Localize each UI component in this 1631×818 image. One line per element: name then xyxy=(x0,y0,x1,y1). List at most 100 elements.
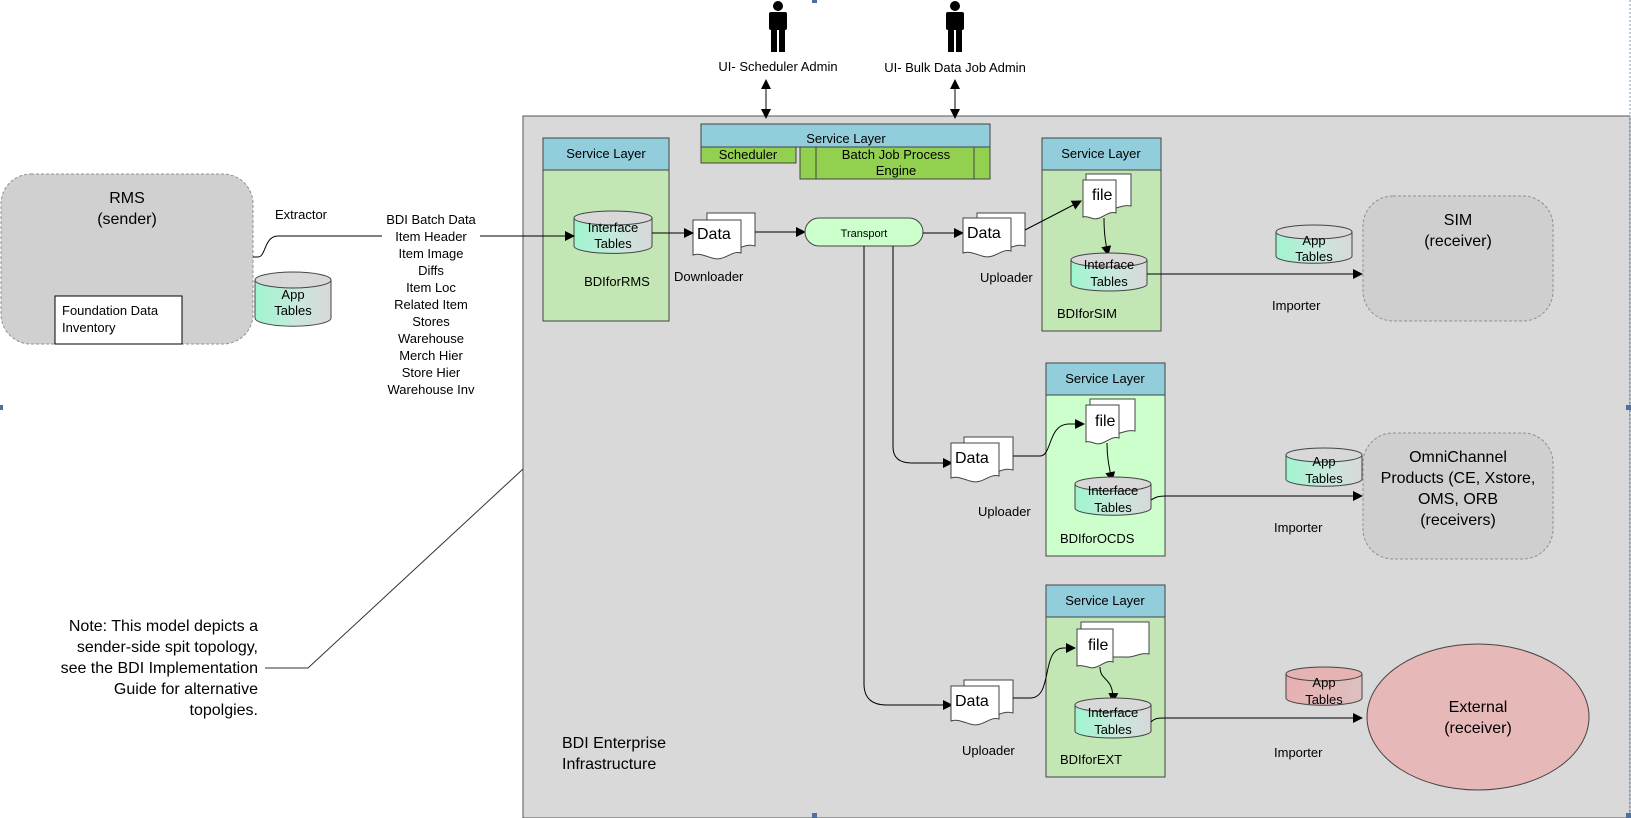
external-receiver: External (receiver) xyxy=(1366,643,1590,791)
ocds-interface-tables-cylinder: Interface Tables xyxy=(1074,476,1152,516)
sim-interface-tables-cylinder: Interface Tables xyxy=(1070,252,1148,292)
svg-text:App: App xyxy=(1312,675,1335,690)
svg-text:Tables: Tables xyxy=(1094,722,1132,737)
ext-uploader-label: Uploader xyxy=(962,743,1015,758)
enterprise-label-line2: Infrastructure xyxy=(562,756,656,773)
actor-bulk-data-job-admin: UI- Bulk Data Job Admin xyxy=(884,60,1026,75)
svg-text:Tables: Tables xyxy=(1295,249,1333,264)
svg-text:OmniChannel: OmniChannel xyxy=(1409,449,1507,466)
sim-importer-label: Importer xyxy=(1272,298,1321,313)
rms-sender: RMS (sender) Foundation Data Inventory xyxy=(0,173,254,345)
transport-label: Transport xyxy=(841,228,888,240)
selection-handle[interactable] xyxy=(1626,813,1631,818)
svg-text:Service Layer: Service Layer xyxy=(806,131,886,146)
sim-app-tables-cylinder: App Tables xyxy=(1275,224,1353,264)
svg-text:Data: Data xyxy=(955,693,989,710)
bdi-for-sim-box: Service Layer BDIforSIM xyxy=(1041,137,1162,332)
selection-handle[interactable] xyxy=(812,0,817,3)
batch-data-item: Item Header xyxy=(395,229,467,244)
bdi-for-ocds-box: Service Layer BDIforOCDS xyxy=(1045,362,1166,557)
ocds-uploader-label: Uploader xyxy=(978,504,1031,519)
batch-data-item: Merch Hier xyxy=(399,348,463,363)
ocds-app-tables-cylinder: App Tables xyxy=(1285,447,1363,487)
svg-text:Data: Data xyxy=(967,225,1001,242)
selection-handle[interactable] xyxy=(812,813,817,818)
ext-app-tables-cylinder: App Tables xyxy=(1285,666,1363,707)
svg-text:topolgies.: topolgies. xyxy=(190,702,259,719)
ocds-importer-label: Importer xyxy=(1274,520,1323,535)
selection-handle[interactable] xyxy=(1626,405,1631,410)
svg-text:App: App xyxy=(1312,454,1335,469)
batch-data-item: Item Loc xyxy=(406,280,456,295)
svg-text:Tables: Tables xyxy=(1094,500,1132,515)
svg-text:App: App xyxy=(1302,233,1325,248)
engine-label-line1: Batch Job Process xyxy=(842,147,951,162)
svg-text:file: file xyxy=(1092,187,1113,204)
bdi-for-sim-label: BDIforSIM xyxy=(1057,306,1117,321)
svg-text:(receivers): (receivers) xyxy=(1420,512,1496,529)
foundation-data-label: Foundation Data xyxy=(62,303,159,318)
svg-text:Interface: Interface xyxy=(588,220,639,235)
rms-app-tables-cylinder: App Tables xyxy=(254,271,332,327)
rms-title: RMS xyxy=(109,190,145,207)
enterprise-label-line1: BDI Enterprise xyxy=(562,735,666,752)
sim-receiver: SIM (receiver) xyxy=(1362,195,1554,322)
batch-data-item: Related Item xyxy=(394,297,468,312)
bdi-for-rms-box: Service Layer Interface Tables BDIforRMS xyxy=(542,137,670,322)
svg-text:External: External xyxy=(1449,699,1508,716)
sim-uploader-label: Uploader xyxy=(980,270,1033,285)
batch-data-item: Diffs xyxy=(418,263,444,278)
svg-text:(receiver): (receiver) xyxy=(1424,233,1492,250)
rms-subtitle: (sender) xyxy=(97,211,157,228)
svg-text:App: App xyxy=(281,287,304,302)
svg-text:Tables: Tables xyxy=(1305,471,1343,486)
scheduler-label: Scheduler xyxy=(719,147,778,162)
svg-text:Tables: Tables xyxy=(274,303,312,318)
batch-data-item: Warehouse Inv xyxy=(388,382,475,397)
topology-note: Note: This model depicts a sender-side s… xyxy=(61,618,259,719)
svg-text:Guide for alternative: Guide for alternative xyxy=(114,681,258,698)
extractor-connector xyxy=(253,235,382,258)
svg-text:Service Layer: Service Layer xyxy=(1065,371,1145,386)
omnichannel-receiver: OmniChannel Products (CE, Xstore, OMS, O… xyxy=(1362,432,1554,560)
selection-handle[interactable] xyxy=(0,405,3,410)
svg-text:Service Layer: Service Layer xyxy=(566,146,646,161)
batch-data-item: Warehouse xyxy=(398,331,464,346)
svg-text:Note: This model depicts a: Note: This model depicts a xyxy=(69,618,258,635)
svg-text:Tables: Tables xyxy=(1090,274,1128,289)
ext-importer-label: Importer xyxy=(1274,745,1323,760)
svg-text:Data: Data xyxy=(955,450,989,467)
svg-text:file: file xyxy=(1095,413,1116,430)
ext-interface-tables-cylinder: Interface Tables xyxy=(1074,697,1152,739)
bdi-for-rms-label: BDIforRMS xyxy=(584,274,650,289)
batch-data-item: Store Hier xyxy=(402,365,461,380)
bdi-for-ocds-label: BDIforOCDS xyxy=(1060,531,1135,546)
svg-text:Tables: Tables xyxy=(1305,692,1343,707)
inventory-label: Inventory xyxy=(62,320,116,335)
note-callout-line xyxy=(265,468,524,669)
engine-label-line2: Engine xyxy=(876,163,916,178)
batch-data-item: BDI Batch Data xyxy=(386,212,476,227)
svg-text:Tables: Tables xyxy=(594,236,632,251)
svg-text:see the BDI Implementation: see the BDI Implementation xyxy=(61,660,258,677)
svg-text:Service Layer: Service Layer xyxy=(1061,146,1141,161)
person-icon xyxy=(946,1,964,52)
bdi-for-ext-label: BDIforEXT xyxy=(1060,752,1122,767)
svg-text:Products (CE, Xstore,: Products (CE, Xstore, xyxy=(1381,470,1536,487)
svg-text:Interface: Interface xyxy=(1088,483,1139,498)
svg-text:Service Layer: Service Layer xyxy=(1065,593,1145,608)
batch-data-item: Stores xyxy=(412,314,450,329)
svg-text:Interface: Interface xyxy=(1084,257,1135,272)
batch-data-list: BDI Batch Data Item Header Item Image Di… xyxy=(386,212,476,397)
svg-text:Data: Data xyxy=(697,226,731,243)
svg-text:Interface: Interface xyxy=(1088,705,1139,720)
bdi-for-ext-box: Service Layer BDIforEXT xyxy=(1045,584,1166,778)
svg-text:(receiver): (receiver) xyxy=(1444,720,1512,737)
svg-text:file: file xyxy=(1088,637,1109,654)
extractor-label: Extractor xyxy=(275,207,328,222)
svg-text:SIM: SIM xyxy=(1444,212,1472,229)
bdi-architecture-diagram: RMS (sender) Foundation Data Inventory A… xyxy=(0,0,1631,818)
svg-text:sender-side spit topology,: sender-side spit topology, xyxy=(77,639,258,656)
actor-scheduler-admin: UI- Scheduler Admin xyxy=(718,59,837,74)
svg-text:OMS, ORB: OMS, ORB xyxy=(1418,491,1498,508)
